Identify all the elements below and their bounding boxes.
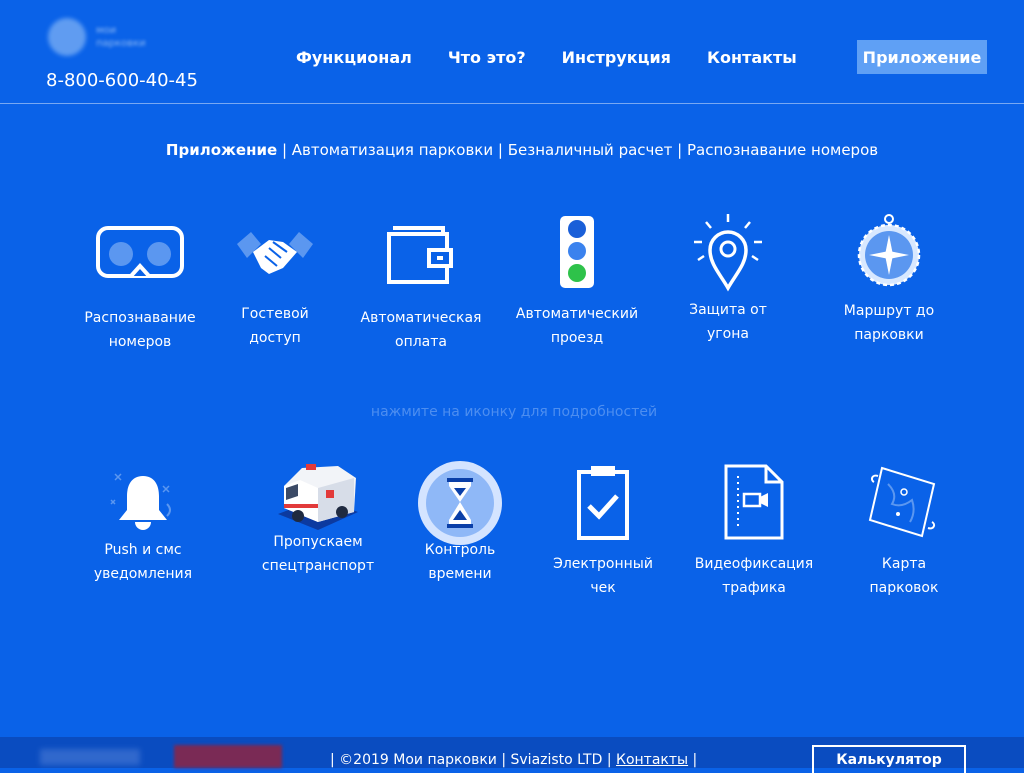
feature-label-line1: Пропускаем — [273, 534, 363, 550]
feature-special-vehicles[interactable]: Пропускаем спецтранспорт — [243, 460, 393, 578]
handshake-icon — [237, 232, 313, 274]
feature-label-line1: Видеофиксация — [694, 556, 814, 572]
feature-label-line2: угона — [707, 326, 749, 342]
feature-label-line2: трафика — [722, 580, 786, 596]
feature-label-line1: Распознавание — [84, 310, 196, 326]
logo-mark — [48, 18, 86, 56]
feature-time-control[interactable]: Контроль времени — [385, 460, 535, 586]
site-header: мои парковки 8-800-600-40-45 Функционал Ч… — [0, 0, 1024, 104]
sub-nav: Приложение | Автоматизация парковки | Бе… — [0, 141, 1024, 159]
feature-label-line2: чек — [590, 580, 616, 596]
app-button[interactable]: Приложение — [857, 40, 987, 74]
feature-label-line2: оплата — [395, 334, 447, 350]
feature-theft-protection[interactable]: Защита от угона — [653, 212, 803, 346]
feature-guest-access[interactable]: Гостевой доступ — [200, 222, 350, 350]
footer-badge[interactable] — [174, 745, 282, 768]
feature-label-line2: номеров — [108, 334, 172, 350]
ambulance-icon — [278, 464, 358, 530]
nav-item-functional[interactable]: Функционал — [296, 48, 412, 67]
nav-item-instruction[interactable]: Инструкция — [562, 48, 671, 67]
logo-text: мои парковки — [96, 25, 146, 49]
feature-label-line1: Автоматический — [515, 306, 639, 322]
feature-auto-pass[interactable]: Автоматический проезд — [502, 214, 652, 350]
nav-item-what-is-it[interactable]: Что это? — [448, 48, 526, 67]
bell-icon — [110, 473, 171, 530]
subnav-separator: | — [281, 141, 292, 159]
clipboard-check-icon — [577, 466, 629, 540]
feature-push-sms[interactable]: Push и смс уведомления — [68, 470, 218, 586]
feature-label-line2: доступ — [249, 330, 301, 346]
subnav-item-active[interactable]: Приложение — [166, 141, 277, 159]
feature-electronic-receipt[interactable]: Электронный чек — [528, 464, 678, 600]
video-file-icon — [724, 464, 784, 540]
footer-contacts-link[interactable]: Контакты — [616, 752, 688, 768]
feature-plate-recognition[interactable]: Распознавание номеров — [65, 222, 215, 354]
feature-label-line1: Контроль — [424, 542, 496, 558]
main-nav: Функционал Что это? Инструкция Контакты — [296, 48, 797, 67]
nav-item-contacts[interactable]: Контакты — [707, 48, 797, 67]
feature-label-line2: времени — [428, 566, 492, 582]
subnav-item-recognition[interactable]: Распознавание номеров — [687, 141, 878, 159]
feature-label-line1: Маршрут до — [843, 303, 935, 319]
feature-label-line1: Электронный — [553, 556, 653, 572]
feature-label-line1: Автоматическая — [360, 310, 482, 326]
feature-label-line2: парковок — [869, 580, 939, 596]
feature-label-line2: парковки — [854, 327, 924, 343]
site-footer: | ©2019 Мои парковки | Sviazisto LTD | К… — [0, 737, 1024, 773]
footer-separator: | — [692, 752, 698, 768]
footer-copyright-text: | ©2019 Мои парковки | Sviazisto LTD | — [330, 752, 612, 768]
footer-logo[interactable] — [40, 749, 140, 765]
feature-label-line2: проезд — [550, 330, 604, 346]
subnav-item-cashless[interactable]: Безналичный расчет — [508, 141, 673, 159]
feature-route-to-parking[interactable]: Маршрут до парковки — [814, 213, 964, 347]
hint-text: нажмите на иконку для подробностей — [370, 404, 658, 420]
compass-icon — [857, 214, 921, 287]
feature-label-line1: Карта — [881, 556, 927, 572]
feature-label-line2: спецтранспорт — [261, 558, 375, 574]
feature-label-line1: Push и смс — [104, 542, 182, 558]
feature-traffic-video[interactable]: Видеофиксация трафика — [679, 464, 829, 600]
feature-parking-map[interactable]: Карта парковок — [829, 464, 979, 600]
subnav-item-automation[interactable]: Автоматизация парковки — [292, 141, 493, 159]
footer-copyright: | ©2019 Мои парковки | Sviazisto LTD | К… — [330, 752, 697, 768]
feature-label-line1: Гостевой — [241, 306, 309, 322]
vr-glasses-icon — [96, 226, 184, 278]
feature-auto-payment[interactable]: Автоматическая оплата — [346, 222, 496, 354]
phone-number[interactable]: 8-800-600-40-45 — [46, 70, 198, 91]
feature-label-line2: уведомления — [93, 566, 193, 582]
subnav-separator: | — [497, 141, 508, 159]
feature-label-line1: Защита от — [689, 302, 767, 318]
wallet-icon — [387, 226, 453, 284]
calculator-button[interactable]: Калькулятор — [812, 745, 966, 773]
map-scroll-icon — [868, 466, 936, 538]
traffic-light-icon — [560, 216, 594, 288]
hourglass-icon — [418, 461, 502, 545]
site-logo[interactable]: мои парковки — [48, 18, 178, 58]
location-pin-icon — [694, 214, 762, 292]
subnav-separator: | — [677, 141, 687, 159]
